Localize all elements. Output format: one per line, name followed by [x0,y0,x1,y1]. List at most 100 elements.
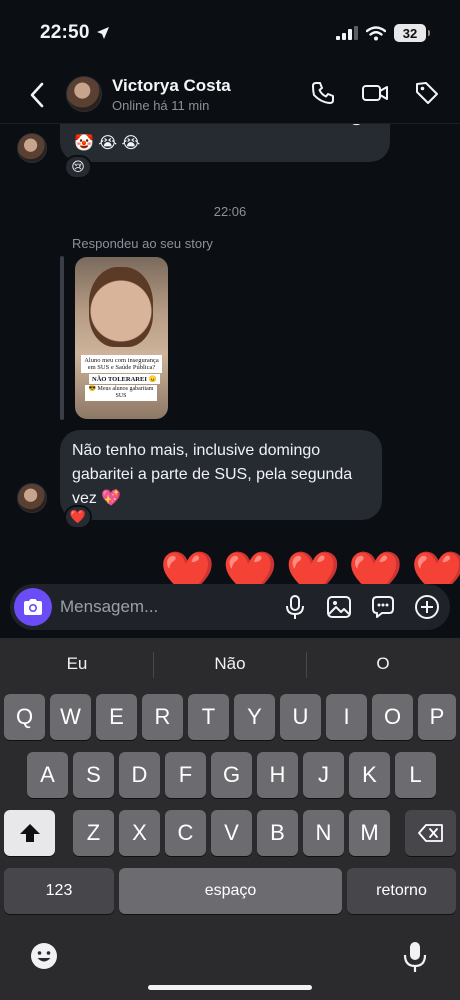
story-sticker-text: NÃO TOLERAREI 😠 [89,374,160,384]
clock-text: 22:50 [40,22,90,43]
camera-button[interactable] [14,588,52,626]
emoji-face-icon [31,943,57,969]
contact-status: Online há 11 min [112,98,210,113]
sticker-button[interactable] [368,592,398,622]
key-d[interactable]: D [119,752,160,798]
key-p[interactable]: P [418,694,456,740]
camera-icon [24,599,42,615]
numbers-key[interactable]: 123 [4,868,114,914]
suggestion-divider [153,652,154,678]
key-n[interactable]: N [303,810,344,856]
reply-indicator-bar [60,256,64,420]
heart-emoji: ❤️ [348,550,404,584]
key-x[interactable]: X [119,810,160,856]
story-caption: Aluno meu com insegurança em SUS e Saúde… [81,355,162,373]
message-input[interactable] [60,594,270,620]
space-key[interactable]: espaço [119,868,342,914]
video-call-button[interactable] [360,78,390,108]
wifi-icon [366,25,386,40]
key-l[interactable]: L [395,752,436,798]
heart-emoji: ❤️ [411,550,460,584]
composer-actions [280,592,442,622]
more-options-button[interactable] [412,592,442,622]
message-text: desanimada! Ainda não fiz o simulado 😔 🤡… [74,124,365,152]
heart-emoji: ❤️ [160,550,215,584]
keyboard: Eu Não O Q W E R T Y U I O P A S D F G H… [0,638,460,1000]
reaction-emoji: 😢 [71,159,85,174]
story-thumbnail[interactable]: Aluno meu com insegurança em SUS e Saúde… [75,257,168,419]
shift-arrow-icon [19,824,40,842]
suggestion-item[interactable]: Não [155,654,305,674]
backspace-icon [417,824,443,842]
key-v[interactable]: V [211,810,252,856]
reaction-emoji: ❤️ [69,509,87,524]
contact-name[interactable]: Victorya Costa [112,76,231,96]
message-bubble[interactable]: Não tenho mais, inclusive domingo gabari… [60,430,382,520]
key-h[interactable]: H [257,752,298,798]
key-r[interactable]: R [142,694,183,740]
key-y[interactable]: Y [234,694,275,740]
image-icon [327,596,351,618]
location-arrow-icon [96,27,109,39]
key-g[interactable]: G [211,752,252,798]
key-c[interactable]: C [165,810,206,856]
suggestion-item[interactable]: Eu [2,654,152,674]
status-indicators: 32 [336,24,430,42]
status-time: 22:50 [40,22,110,44]
microphone-icon [403,942,427,972]
header-actions [308,78,442,108]
message-reaction[interactable]: ❤️ [64,505,92,529]
sender-avatar[interactable] [17,133,47,163]
key-z[interactable]: Z [73,810,114,856]
message-composer [10,584,450,630]
status-bar: 22:50 32 [0,0,460,64]
audio-call-button[interactable] [308,78,338,108]
tag-icon [416,82,438,104]
key-i[interactable]: I [326,694,367,740]
battery-icon: 32 [394,24,426,42]
plus-icon [415,595,439,619]
phone-icon [312,82,334,104]
shift-key[interactable] [4,810,55,856]
story-reply-label: Respondeu ao seu story [72,236,213,251]
key-s[interactable]: S [73,752,114,798]
key-o[interactable]: O [372,694,413,740]
label-button[interactable] [412,78,442,108]
key-w[interactable]: W [50,694,91,740]
sent-hearts-message[interactable]: ❤️ ❤️ ❤️ ❤️ ❤️ [160,550,460,584]
video-camera-icon [362,85,388,101]
sender-avatar[interactable] [17,483,47,513]
message-bubble-partial[interactable]: desanimada! Ainda não fiz o simulado 😔 🤡… [60,124,390,162]
microphone-icon [286,595,304,619]
voice-message-button[interactable] [280,592,310,622]
back-button[interactable] [22,80,52,110]
key-q[interactable]: Q [4,694,45,740]
heart-emoji: ❤️ [285,550,341,584]
signal-icon [336,26,358,40]
backspace-key[interactable] [405,810,456,856]
emoji-keyboard-button[interactable] [28,940,60,972]
heart-emoji: ❤️ [222,550,278,584]
key-m[interactable]: M [349,810,390,856]
home-indicator[interactable] [148,985,312,990]
chevron-left-icon [30,82,44,108]
key-a[interactable]: A [27,752,68,798]
story-photo [89,267,153,347]
key-b[interactable]: B [257,810,298,856]
suggestion-item[interactable]: O [308,654,458,674]
key-f[interactable]: F [165,752,206,798]
key-k[interactable]: K [349,752,390,798]
key-j[interactable]: J [303,752,344,798]
return-key[interactable]: retorno [347,868,456,914]
message-reaction[interactable]: 😢 [64,155,92,179]
chat-header: Victorya Costa Online há 11 min [0,64,460,124]
key-u[interactable]: U [280,694,321,740]
message-timestamp: 22:06 [213,204,247,219]
contact-avatar[interactable] [66,76,102,112]
gallery-button[interactable] [324,592,354,622]
suggestion-divider [306,652,307,678]
dictation-button[interactable] [402,940,428,974]
key-t[interactable]: T [188,694,229,740]
key-e[interactable]: E [96,694,137,740]
message-list[interactable]: desanimada! Ainda não fiz o simulado 😔 🤡… [0,124,460,584]
